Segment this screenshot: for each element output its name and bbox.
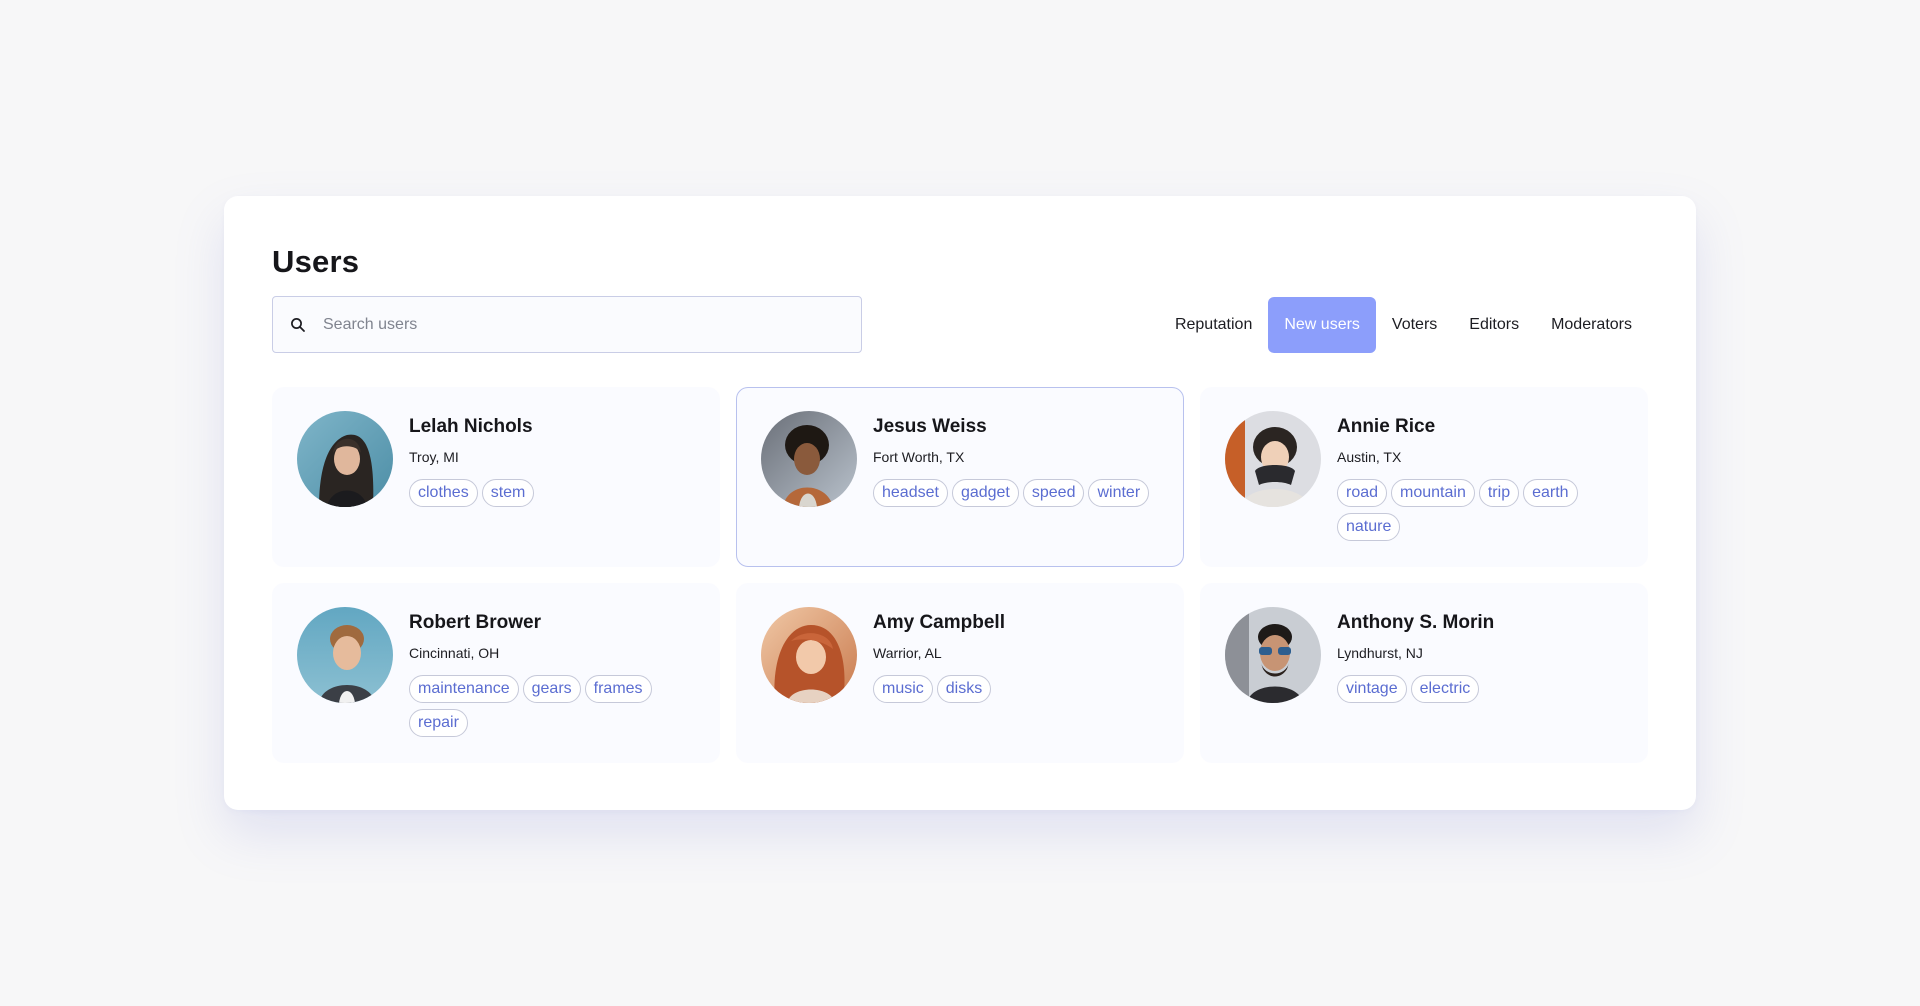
user-tags: music disks xyxy=(873,675,1173,703)
tag[interactable]: mountain xyxy=(1391,479,1475,507)
user-location: Warrior, AL xyxy=(873,645,942,661)
tag[interactable]: winter xyxy=(1088,479,1150,507)
tag[interactable]: trip xyxy=(1478,479,1520,507)
page-title: Users xyxy=(272,244,360,279)
tag[interactable]: gadget xyxy=(951,479,1019,507)
user-name[interactable]: Lelah Nichols xyxy=(409,416,703,438)
tab-reputation[interactable]: Reputation xyxy=(1159,297,1268,353)
tag[interactable]: headset xyxy=(873,479,948,507)
tag[interactable]: frames xyxy=(584,675,652,703)
user-card[interactable]: Anthony S. Morin Lyndhurst, NJ vintage e… xyxy=(1200,583,1648,763)
tag[interactable]: repair xyxy=(409,709,468,737)
tag[interactable]: nature xyxy=(1337,513,1401,541)
user-tags: headset gadget speed winter xyxy=(873,479,1173,507)
user-name[interactable]: Amy Campbell xyxy=(873,612,1167,634)
user-tags: road mountain trip earth nature xyxy=(1337,479,1637,541)
user-info: Robert Brower Cincinnati, OH maintenance… xyxy=(409,612,703,737)
tag[interactable]: music xyxy=(873,675,933,703)
user-info: Amy Campbell Warrior, AL music disks xyxy=(873,612,1167,703)
user-tags: clothes stem xyxy=(409,479,709,507)
search-input[interactable] xyxy=(321,314,845,335)
user-name[interactable]: Anthony S. Morin xyxy=(1337,612,1631,634)
tag[interactable]: electric xyxy=(1410,675,1480,703)
tag[interactable]: speed xyxy=(1022,479,1085,507)
tag[interactable]: stem xyxy=(481,479,535,507)
avatar[interactable] xyxy=(297,607,393,703)
tab-new-users[interactable]: New users xyxy=(1268,297,1376,353)
user-filter-tabs: Reputation New users Voters Editors Mode… xyxy=(1159,297,1648,353)
user-location: Cincinnati, OH xyxy=(409,645,500,661)
user-card[interactable]: Jesus Weiss Fort Worth, TX headset gadge… xyxy=(736,387,1184,567)
user-location: Troy, MI xyxy=(409,449,459,465)
user-card-grid: Lelah Nichols Troy, MI clothes stem Jesu… xyxy=(272,387,1648,763)
user-name[interactable]: Robert Brower xyxy=(409,612,703,634)
tab-editors[interactable]: Editors xyxy=(1453,297,1535,353)
user-location: Austin, TX xyxy=(1337,449,1402,465)
user-info: Jesus Weiss Fort Worth, TX headset gadge… xyxy=(873,416,1167,507)
user-card[interactable]: Lelah Nichols Troy, MI clothes stem xyxy=(272,387,720,567)
tag[interactable]: clothes xyxy=(409,479,478,507)
tab-moderators[interactable]: Moderators xyxy=(1535,297,1648,353)
search-icon xyxy=(289,316,307,334)
user-location: Fort Worth, TX xyxy=(873,449,965,465)
tag[interactable]: gears xyxy=(522,675,581,703)
users-panel: Users Reputation New users Voters Editor… xyxy=(224,196,1696,810)
user-name[interactable]: Annie Rice xyxy=(1337,416,1631,438)
tag[interactable]: road xyxy=(1337,479,1388,507)
user-card[interactable]: Amy Campbell Warrior, AL music disks xyxy=(736,583,1184,763)
user-card[interactable]: Robert Brower Cincinnati, OH maintenance… xyxy=(272,583,720,763)
tag[interactable]: vintage xyxy=(1337,675,1407,703)
avatar[interactable] xyxy=(1225,411,1321,507)
user-info: Lelah Nichols Troy, MI clothes stem xyxy=(409,416,703,507)
search-box[interactable] xyxy=(272,296,862,353)
tag[interactable]: maintenance xyxy=(409,675,519,703)
user-info: Annie Rice Austin, TX road mountain trip… xyxy=(1337,416,1631,541)
user-location: Lyndhurst, NJ xyxy=(1337,645,1423,661)
user-name[interactable]: Jesus Weiss xyxy=(873,416,1167,438)
user-info: Anthony S. Morin Lyndhurst, NJ vintage e… xyxy=(1337,612,1631,703)
tag[interactable]: disks xyxy=(936,675,992,703)
user-card[interactable]: Annie Rice Austin, TX road mountain trip… xyxy=(1200,387,1648,567)
tab-voters[interactable]: Voters xyxy=(1376,297,1453,353)
tag[interactable]: earth xyxy=(1523,479,1578,507)
avatar[interactable] xyxy=(1225,607,1321,703)
avatar[interactable] xyxy=(297,411,393,507)
user-tags: vintage electric xyxy=(1337,675,1637,703)
avatar[interactable] xyxy=(761,607,857,703)
user-tags: maintenance gears frames repair xyxy=(409,675,709,737)
avatar[interactable] xyxy=(761,411,857,507)
